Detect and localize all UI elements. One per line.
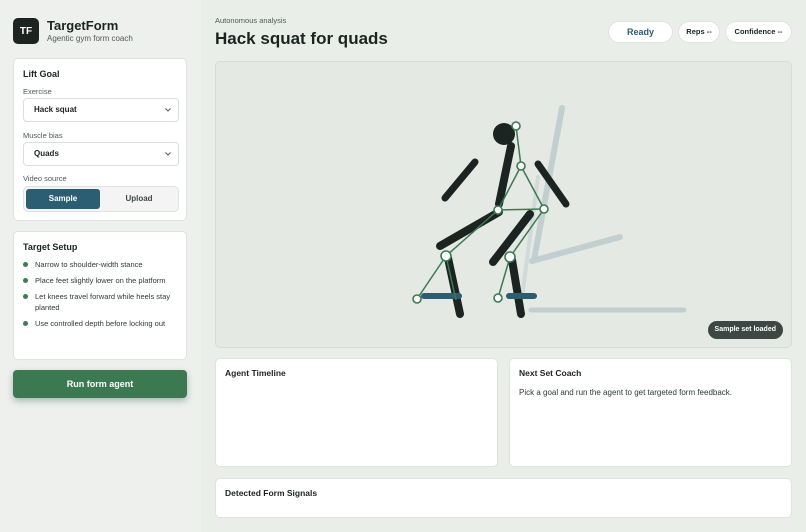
shin-left <box>444 254 464 318</box>
target-setup-list: Narrow to shoulder-width stance Place fe… <box>23 259 183 334</box>
muscle-bias-label: Muscle bias <box>23 131 63 140</box>
source-sample-button[interactable]: Sample <box>26 189 100 209</box>
source-upload-button[interactable]: Upload <box>102 189 176 209</box>
bullet-dot-icon <box>23 294 28 299</box>
detected-form-signals-panel: Detected Form Signals <box>215 478 792 518</box>
target-setup-card: Target Setup Narrow to shoulder-width st… <box>13 231 187 360</box>
brand-logo: TF <box>13 18 39 44</box>
list-item: Let knees travel forward while heels sta… <box>23 291 183 313</box>
video-viewer[interactable]: Sample set loaded <box>215 61 792 348</box>
main-area: Autonomous analysis Hack squat for quads… <box>201 0 806 532</box>
joint-ankle-left <box>412 294 422 304</box>
video-source-label: Video source <box>23 174 67 183</box>
joint-knee-right <box>504 251 516 263</box>
next-set-coach-message: Pick a goal and run the agent to get tar… <box>519 388 733 397</box>
confidence-pill: Confidence -- <box>725 21 792 43</box>
joint-head <box>511 121 521 131</box>
next-set-coach-panel: Next Set Coach Pick a goal and run the a… <box>509 358 792 467</box>
muscle-bias-value: Quads <box>34 149 59 158</box>
pose-overlay <box>412 105 687 318</box>
eyebrow: Autonomous analysis <box>215 16 287 25</box>
muscle-bias-select[interactable]: Quads <box>23 142 179 166</box>
agent-timeline-panel: Agent Timeline <box>215 358 498 467</box>
list-item: Use controlled depth before locking out <box>23 318 183 329</box>
joint-hip-left <box>493 205 503 215</box>
lift-goal-card: Lift Goal Exercise Hack squat Muscle bia… <box>13 58 187 221</box>
joint-knee-left <box>440 250 452 262</box>
exercise-label: Exercise <box>23 87 52 96</box>
page-title: Hack squat for quads <box>215 29 388 48</box>
sidebar: TF TargetForm Agentic gym form coach Lif… <box>0 0 201 532</box>
joint-hip-right <box>539 204 549 214</box>
next-set-coach-title: Next Set Coach <box>519 368 582 378</box>
chevron-down-icon <box>165 108 171 112</box>
video-source-toggle: Sample Upload <box>23 186 179 212</box>
detected-form-signals-title: Detected Form Signals <box>225 488 318 498</box>
list-item: Narrow to shoulder-width stance <box>23 259 183 270</box>
bullet-dot-icon <box>23 321 28 326</box>
arm-left <box>441 158 479 202</box>
lift-goal-title: Lift Goal <box>23 69 60 79</box>
run-form-agent-button[interactable]: Run form agent <box>13 370 187 398</box>
exercise-select[interactable]: Hack squat <box>23 98 179 122</box>
agent-timeline-title: Agent Timeline <box>225 368 286 378</box>
brand: TF TargetForm Agentic gym form coach <box>13 18 133 44</box>
reps-pill: Reps -- <box>678 21 720 43</box>
exercise-value: Hack squat <box>34 105 77 114</box>
bullet-dot-icon <box>23 262 28 267</box>
shin-right <box>508 256 525 318</box>
machine-sled <box>529 234 623 264</box>
brand-tagline: Agentic gym form coach <box>47 34 133 43</box>
target-setup-title: Target Setup <box>23 242 78 252</box>
joint-ankle-right <box>493 293 503 303</box>
bullet-dot-icon <box>23 278 28 283</box>
joint-shoulder <box>516 161 526 171</box>
status-ready-pill: Ready <box>608 21 673 43</box>
chevron-down-icon <box>165 152 171 156</box>
brand-name: TargetForm <box>47 18 119 33</box>
sample-loaded-badge: Sample set loaded <box>707 321 783 339</box>
list-item: Place feet slightly lower on the platfor… <box>23 275 183 286</box>
